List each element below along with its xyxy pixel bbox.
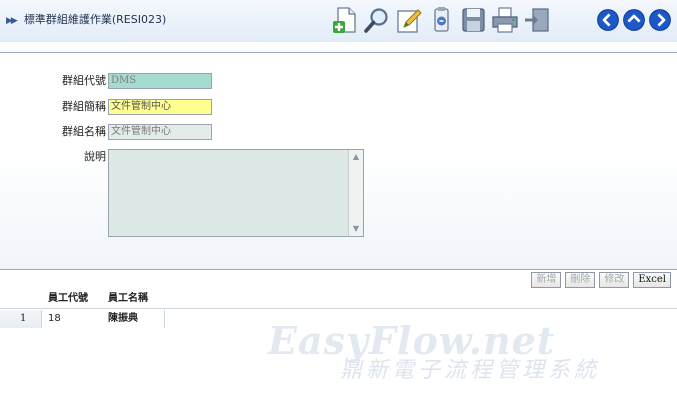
- header-toolbar: ▶▶ 標準群組維護作業(RESI023): [0, 0, 677, 42]
- save-icon[interactable]: [458, 5, 488, 35]
- exit-icon[interactable]: [522, 5, 552, 35]
- page-title: ▶▶ 標準群組維護作業(RESI023): [6, 12, 166, 28]
- page-title-text: 標準群組維護作業(RESI023): [23, 13, 167, 26]
- modify-button[interactable]: 修改: [599, 272, 630, 288]
- up-icon[interactable]: [622, 5, 646, 35]
- column-divider: [164, 310, 165, 328]
- search-icon[interactable]: [362, 5, 392, 35]
- clear-icon[interactable]: [426, 5, 456, 35]
- double-arrow-icon: ▶▶: [6, 16, 18, 26]
- group-short-name-field[interactable]: 文件管制中心: [108, 99, 212, 115]
- edit-icon[interactable]: [394, 5, 424, 35]
- cell-emp-name[interactable]: 陳振典: [108, 310, 138, 328]
- description-textarea[interactable]: ▲ ▼: [108, 149, 364, 237]
- scroll-up-icon[interactable]: ▲: [350, 151, 362, 163]
- excel-button[interactable]: Excel: [633, 272, 671, 288]
- description-label: 說明: [84, 150, 106, 163]
- group-name-label: 群組名稱: [62, 125, 106, 138]
- employee-grid-header: 員工代號 員工名稱: [0, 290, 677, 309]
- group-code-label: 群組代號: [62, 74, 106, 87]
- forward-icon[interactable]: [648, 5, 672, 35]
- watermark-tagline: 鼎新電子流程管理系統: [340, 358, 601, 383]
- group-code-field[interactable]: DMS: [108, 73, 212, 89]
- group-form: 群組代號 DMS 群組簡稱 文件管制中心 群組名稱 文件管制中心 說明 ▲ ▼: [0, 52, 677, 270]
- new-doc-icon[interactable]: [330, 5, 360, 35]
- cell-emp-id[interactable]: 18: [48, 310, 61, 328]
- group-name-field[interactable]: 文件管制中心: [108, 124, 212, 140]
- back-icon[interactable]: [596, 5, 620, 35]
- table-row[interactable]: 1 18 陳振典: [0, 310, 677, 328]
- grid-button-bar: 新增 刪除 修改 Excel: [531, 272, 671, 288]
- column-header-emp-name[interactable]: 員工名稱: [108, 290, 148, 308]
- add-button[interactable]: 新增: [531, 272, 562, 288]
- column-header-emp-id[interactable]: 員工代號: [48, 290, 88, 308]
- description-scrollbar[interactable]: ▲ ▼: [348, 150, 363, 236]
- group-short-name-label: 群組簡稱: [62, 100, 106, 113]
- row-number: 1: [0, 310, 42, 328]
- scroll-down-icon[interactable]: ▼: [350, 223, 362, 235]
- print-icon[interactable]: [490, 5, 520, 35]
- delete-button[interactable]: 刪除: [565, 272, 596, 288]
